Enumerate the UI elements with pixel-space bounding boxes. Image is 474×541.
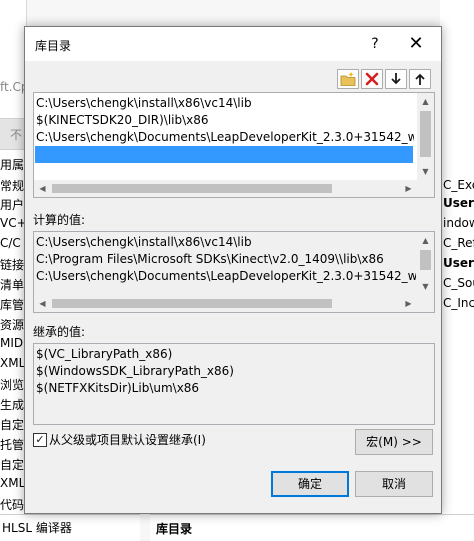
scroll-up-icon[interactable]: ▲ [417, 232, 434, 249]
move-up-button[interactable] [409, 69, 431, 89]
library-path-list[interactable]: C:\Users\chengk\install\x86\vc14\lib $(K… [33, 92, 435, 198]
list-item: $(VC_LibraryPath_x86) [36, 347, 173, 361]
parent-value-text: Users [443, 196, 474, 210]
scroll-down-icon[interactable]: ▼ [417, 163, 434, 180]
parent-nav-item[interactable]: 用户 [0, 196, 26, 213]
move-down-button[interactable] [385, 69, 407, 89]
parent-nav-item[interactable]: 浏览 [0, 376, 26, 393]
list-item: C:\Users\chengk\install\x86\vc14\lib [36, 235, 252, 249]
scroll-thumb[interactable] [52, 299, 332, 308]
parent-nav-item[interactable]: 代码 [0, 496, 26, 513]
new-line-button[interactable] [337, 69, 359, 89]
parent-nav-item[interactable]: VC++ [0, 216, 26, 230]
scroll-right-icon[interactable]: ▶ [400, 295, 417, 312]
arrow-down-icon [391, 73, 401, 85]
list-item[interactable]: $(KINECTSDK20_DIR)\lib\x86 [36, 112, 209, 129]
list-item[interactable]: C:\Users\chengk\Documents\LeapDeveloperK… [36, 129, 414, 146]
parent-nav-item[interactable]: 常规 [0, 177, 26, 194]
parent-value-text: C_Sou [443, 276, 474, 290]
parent-nav-label: HLSL 编译器 [2, 521, 72, 535]
list-item-selected[interactable] [35, 146, 413, 163]
scroll-left-icon[interactable]: ◀ [34, 180, 51, 197]
parent-nav-item[interactable]: XML [0, 356, 26, 370]
parent-nav-item[interactable]: 库管 [0, 296, 26, 313]
vertical-scrollbar[interactable]: ▲ ▼ [417, 93, 434, 180]
evaluated-value-list[interactable]: C:\Users\chengk\install\x86\vc14\lib C:\… [33, 231, 435, 313]
macros-button[interactable]: 宏(M) >> [355, 429, 433, 455]
scroll-thumb[interactable] [420, 250, 431, 270]
scroll-up-icon[interactable]: ▲ [417, 93, 434, 110]
help-button[interactable]: ? [363, 33, 387, 55]
folder-new-icon [340, 72, 356, 86]
parent-hint-text: ft.Cp [0, 80, 26, 94]
parent-nav-item[interactable]: C/C [0, 236, 26, 250]
scroll-right-icon[interactable]: ▶ [400, 180, 417, 197]
parent-nav-item[interactable]: 资源 [0, 316, 26, 333]
close-button[interactable]: ✕ [401, 33, 431, 55]
evaluated-value-label: 计算的值: [33, 213, 86, 227]
parent-nav-item[interactable]: 链接 [0, 256, 26, 273]
inherit-checkbox[interactable]: ✓ [33, 433, 47, 447]
parent-nav-item[interactable]: 生成 [0, 396, 26, 413]
parent-nav-item[interactable]: MID [0, 336, 26, 350]
delete-x-icon [365, 72, 379, 86]
parent-nav-item[interactable]: 自定 [0, 416, 26, 433]
cancel-button[interactable]: 取消 [355, 471, 433, 497]
list-item: $(NETFXKitsDir)Lib\um\x86 [36, 381, 200, 395]
scroll-thumb[interactable] [420, 111, 431, 157]
parent-nav-tree: ft.Cp 用属性 常规 用户 VC++ C/C 链接 清单 库管 资源 MID… [0, 0, 27, 540]
parent-nav-item[interactable]: 托管 [0, 436, 26, 453]
ok-button[interactable]: 确定 [271, 471, 349, 497]
parent-property-values: C_Exe Users indow C_Ref Users C_Sou C_In… [440, 0, 474, 540]
parent-description-title: 库目录 [156, 522, 193, 536]
dialog-title: 库目录 [35, 39, 72, 53]
list-item: C:\Program Files\Microsoft SDKs\Kinect\v… [36, 252, 384, 266]
parent-value-text: C_Ref [443, 236, 474, 250]
library-directories-dialog: 库目录 ? ✕ C:\Users\chengk\install\x86\vc14… [24, 26, 442, 514]
scroll-thumb[interactable] [52, 184, 332, 193]
dialog-titlebar: 库目录 ? ✕ [25, 27, 441, 61]
list-item: $(WindowsSDK_LibraryPath_x86) [36, 364, 234, 378]
list-item: C:\Users\chengk\Documents\LeapDeveloperK… [36, 269, 416, 283]
vertical-scrollbar[interactable]: ▲ ▼ [417, 232, 434, 295]
parent-description-panel: 库目录 [150, 514, 474, 541]
parent-config-text: 不 [10, 128, 23, 142]
horizontal-scrollbar[interactable]: ◀ ▶ [34, 295, 434, 312]
scroll-down-icon[interactable]: ▼ [417, 278, 434, 295]
horizontal-scrollbar[interactable]: ◀ ▶ [34, 180, 434, 197]
inherit-checkbox-label[interactable]: 从父级或项目默认设置继承(I) [49, 431, 206, 448]
scroll-left-icon[interactable]: ◀ [34, 295, 51, 312]
parent-value-text: Users [443, 256, 474, 270]
parent-nav-item[interactable]: 自定 [0, 456, 26, 473]
inherited-value-list[interactable]: $(VC_LibraryPath_x86) $(WindowsSDK_Libra… [33, 343, 435, 425]
parent-value-text: C_Exe [443, 178, 474, 192]
parent-nav-item[interactable]: XML [0, 476, 26, 490]
parent-value-text: C_Incl [443, 296, 474, 310]
arrow-up-icon [415, 73, 425, 85]
list-item[interactable]: C:\Users\chengk\install\x86\vc14\lib [36, 95, 252, 112]
inherited-value-label: 继承的值: [33, 325, 86, 339]
parent-nav-item[interactable]: 清单 [0, 276, 26, 293]
parent-value-text: indow [443, 216, 474, 230]
parent-nav-item-hlsl[interactable]: HLSL 编译器 [0, 514, 140, 541]
delete-button[interactable] [361, 69, 383, 89]
parent-nav-item[interactable]: 用属性 [0, 156, 26, 173]
